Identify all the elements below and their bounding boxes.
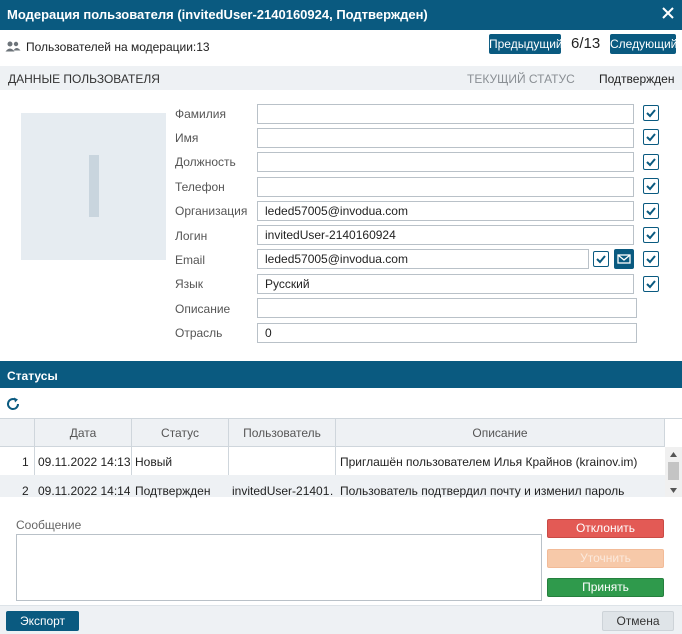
avatar-placeholder <box>21 113 166 260</box>
login-checkbox[interactable] <box>643 227 659 243</box>
statuses-title: Статусы <box>7 369 58 383</box>
column-header-date[interactable]: Дата <box>35 426 131 440</box>
field-label-position: Должность <box>175 155 236 169</box>
language-input[interactable]: Русский <box>257 274 634 294</box>
moderation-count-label: Пользователей на модерации:13 <box>26 40 210 54</box>
current-status-label: ТЕКУЩИЙ СТАТУС <box>467 72 575 86</box>
row-user: invitedUser-21401… <box>232 484 334 498</box>
phone-input[interactable] <box>257 177 634 197</box>
organization-input[interactable]: leded57005@invodua.com <box>257 201 634 221</box>
row-number: 1 <box>22 455 29 469</box>
moderation-toolbar: Пользователей на модерации:13 Предыдущий… <box>0 30 682 62</box>
login-input[interactable]: invitedUser-2140160924 <box>257 225 634 245</box>
previous-button[interactable]: Предыдущий <box>489 34 563 54</box>
field-label-firstname: Имя <box>175 131 199 145</box>
row-date: 09.11.2022 14:14 <box>38 484 130 498</box>
field-label-industry: Отрасль <box>175 326 223 340</box>
column-header-user[interactable]: Пользователь <box>229 426 335 440</box>
dialog-footer: Экспорт Отмена <box>0 605 682 634</box>
row-date: 09.11.2022 14:13 <box>38 455 130 469</box>
firstname-input[interactable] <box>257 128 634 148</box>
window-title: Модерация пользователя (invitedUser-2140… <box>7 7 428 22</box>
lastname-input[interactable] <box>257 104 634 124</box>
reject-button[interactable]: Отклонить <box>547 519 664 538</box>
refresh-icon[interactable] <box>5 396 21 415</box>
field-label-organization: Организация <box>175 204 248 218</box>
email-checkbox[interactable] <box>643 251 659 267</box>
row-number: 2 <box>22 484 29 498</box>
table-header: Дата Статус Пользователь Описание <box>0 419 665 447</box>
table-row[interactable]: 1 09.11.2022 14:13 Новый Приглашён польз… <box>0 447 665 475</box>
statuses-header: Статусы <box>0 361 682 388</box>
page-counter: 6/13 <box>571 35 601 52</box>
field-label-description: Описание <box>175 302 231 316</box>
position-input[interactable] <box>257 152 634 172</box>
position-checkbox[interactable] <box>643 154 659 170</box>
send-email-button[interactable] <box>614 249 634 269</box>
field-label-phone: Телефон <box>175 180 225 194</box>
firstname-checkbox[interactable] <box>643 129 659 145</box>
cancel-button[interactable]: Отмена <box>602 611 674 631</box>
message-label: Сообщение <box>16 518 82 532</box>
avatar-placeholder-icon <box>89 155 99 217</box>
field-label-login: Логин <box>175 229 208 243</box>
next-button[interactable]: Следующий <box>610 34 677 54</box>
export-button[interactable]: Экспорт <box>6 611 79 631</box>
row-status: Подтвержден <box>135 484 211 498</box>
language-checkbox[interactable] <box>643 276 659 292</box>
user-data-title: ДАННЫЕ ПОЛЬЗОВАТЕЛЯ <box>8 72 160 86</box>
users-icon <box>5 41 21 55</box>
accept-button[interactable]: Принять <box>547 578 664 597</box>
email-confirmed-checkbox[interactable] <box>593 251 609 267</box>
current-status-value: Подтвержден <box>599 72 675 86</box>
description-input[interactable] <box>257 298 637 318</box>
clarify-button[interactable]: Уточнить <box>547 549 664 568</box>
field-label-language: Язык <box>175 277 204 291</box>
row-description: Приглашён пользователем Илья Крайнов (kr… <box>340 455 638 469</box>
message-textarea[interactable] <box>16 534 542 601</box>
lastname-checkbox[interactable] <box>643 105 659 121</box>
table-row[interactable]: 2 09.11.2022 14:14 Подтвержден invitedUs… <box>0 475 665 498</box>
close-icon[interactable] <box>660 5 676 21</box>
statuses-table: Дата Статус Пользователь Описание 1 09.1… <box>0 418 682 498</box>
field-label-email: Email <box>175 253 206 267</box>
email-input[interactable]: leded57005@invodua.com <box>257 249 589 269</box>
column-header-status[interactable]: Статус <box>132 426 228 440</box>
row-status: Новый <box>135 455 173 469</box>
column-header-description[interactable]: Описание <box>336 426 664 440</box>
organization-checkbox[interactable] <box>643 203 659 219</box>
table-scrollbar[interactable] <box>665 447 682 497</box>
row-description: Пользователь подтвердил почту и изменил … <box>340 484 625 498</box>
phone-checkbox[interactable] <box>643 178 659 194</box>
industry-input[interactable]: 0 <box>257 323 637 343</box>
mail-icon <box>617 254 631 264</box>
user-data-header: ДАННЫЕ ПОЛЬЗОВАТЕЛЯ ТЕКУЩИЙ СТАТУС Подтв… <box>0 66 682 90</box>
window-titlebar: Модерация пользователя (invitedUser-2140… <box>0 0 682 30</box>
field-label-lastname: Фамилия <box>175 107 226 121</box>
